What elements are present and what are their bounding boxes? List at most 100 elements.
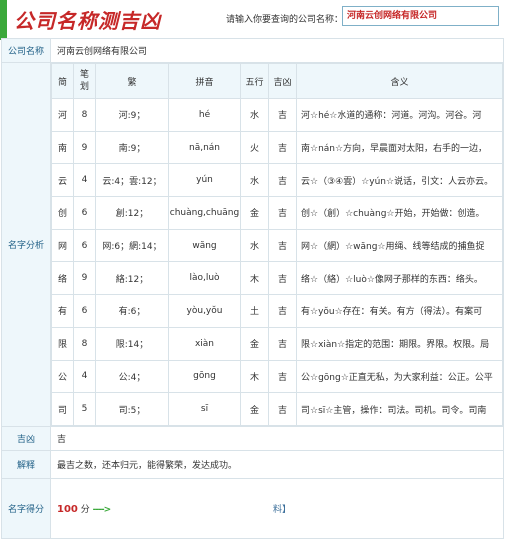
char-simplified: 河 [51,98,74,132]
header: 公司名称测吉凶 请输入你要查询的公司名称： 河南云创网络有限公司 [0,0,505,36]
char-jixiong: 吉 [268,163,297,198]
col-header: 笔划 [73,63,96,99]
char-traditional: 司:5； [95,392,169,426]
luck-row: 吉凶 吉 [1,425,504,451]
char-jixiong: 吉 [268,196,297,230]
score-suffix[interactable]: 料】 [273,505,291,515]
char-row: 创 6 創:12； chuàng,chuāng 金吉创☆（創）☆chuàng☆开始，开始… [51,196,503,230]
char-wuxing: 水 [240,228,269,263]
char-meaning: 云☆（③④雲）☆yún☆说话，引文：人云亦云。 [296,163,503,198]
char-strokes: 4 [73,359,96,394]
char-traditional: 南:9； [95,130,169,165]
char-row: 网 6 网:6；網:14； wăng 水吉网☆（網）☆wăng☆用绳、线等结成的捕鱼捉 [51,228,503,263]
company-label: 公司名称 [1,38,51,63]
analysis-row: 名字分析 简 笔划 繁 拼音 五行 吉凶 含义 河8河:9；hé水吉河☆ [1,62,504,427]
char-jixiong: 吉 [268,261,297,296]
analysis-cell: 简 笔划 繁 拼音 五行 吉凶 含义 河 8 河:9； hé 水吉河☆hé☆水道的通称：… [50,62,504,427]
col-header-strokes: 笔划 [79,70,89,92]
char-wuxing: 水 [240,163,269,198]
char-row: 络 9 絡:12； lào,luò 木吉络☆（絡）☆luò☆像网子那样的东西：络头。 [51,261,503,296]
luck-label: 吉凶 [1,425,51,451]
result-table: 公司名称 河南云创网络有限公司 名字分析 简 笔划 繁 拼音 五行 吉凶 含义 [1,38,504,539]
char-pinyin: chuàng,chuāng [168,196,241,230]
page-title: 公司名称测吉凶 [14,9,161,33]
char-meaning: 河☆hé☆水道的通称：河道。河沟。河谷。河 [296,98,503,132]
search-prompt: 请输入你要查询的公司名称： [226,15,344,25]
explain-row: 解释 最吉之数，还本归元，能得繁荣，发达成功。 [1,449,504,479]
col-header: 五行 [240,63,269,99]
col-header: 含义 [296,63,503,99]
char-strokes: 6 [73,294,96,328]
col-header: 吉凶 [268,63,297,99]
char-jixiong: 吉 [268,294,297,328]
col-header: 简 [51,63,74,99]
char-row: 南 9 南:9； nā,nán 火吉南☆nán☆方向，早晨面对太阳，右手的一边， [51,130,503,165]
char-simplified: 南 [51,130,74,165]
score-row: 名字得分 100 分 ----> 料】 [1,477,504,539]
col-header: 繁 [95,63,169,99]
char-meaning: 公☆gōng☆正直无私，为大家利益：公正。公平 [296,359,503,394]
char-traditional: 网:6；網:14； [95,228,169,263]
char-simplified: 网 [51,228,74,263]
char-pinyin: sī [168,392,241,426]
char-row: 河 8 河:9； hé 水吉河☆hé☆水道的通称：河道。河沟。河谷。河 [51,98,503,132]
char-pinyin: nā,nán [168,130,241,165]
char-row: 有 6 有:6； yòu,yŏu 土吉有☆yŏu☆存在：有关。有方（得法）。有案可 [51,294,503,328]
char-wuxing: 金 [240,196,269,230]
char-jixiong: 吉 [268,98,297,132]
char-jixiong: 吉 [268,228,297,263]
char-wuxing: 金 [240,326,269,361]
char-table: 简 笔划 繁 拼音 五行 吉凶 含义 河 8 河:9； hé 水吉河☆hé☆水道的通称：… [51,63,503,426]
char-simplified: 有 [51,294,74,328]
char-jixiong: 吉 [268,359,297,394]
company-row: 公司名称 河南云创网络有限公司 [1,38,504,63]
char-meaning: 南☆nán☆方向，早晨面对太阳，右手的一边， [296,130,503,165]
char-meaning: 限☆xiàn☆指定的范围：期限。界限。权限。局 [296,326,503,361]
char-strokes: 5 [73,392,96,426]
char-pinyin: wăng [168,228,241,263]
char-simplified: 创 [51,196,74,230]
char-pinyin: yòu,yŏu [168,294,241,328]
score-arrow: ----> [92,504,112,515]
score-label: 名字得分 [1,477,51,539]
char-traditional: 云:4；雲:12； [95,163,169,198]
char-strokes: 8 [73,326,96,361]
char-strokes: 6 [73,228,96,263]
char-wuxing: 火 [240,130,269,165]
char-simplified: 络 [51,261,74,296]
char-simplified: 云 [51,163,74,198]
score-cell: 100 分 ----> 料】 [50,477,504,539]
char-strokes: 4 [73,163,96,198]
char-strokes: 6 [73,196,96,230]
char-pinyin: gōng [168,359,241,394]
company-value: 河南云创网络有限公司 [50,38,504,63]
char-row: 云 4 云:4；雲:12； yún 水吉云☆（③④雲）☆yún☆说话，引文：人云亦云。 [51,163,503,198]
score-unit: 分 [80,504,90,515]
company-search-input[interactable]: 河南云创网络有限公司 [342,6,499,26]
analysis-label: 名字分析 [1,62,51,427]
char-traditional: 有:6； [95,294,169,328]
char-wuxing: 土 [240,294,269,328]
char-strokes: 9 [73,261,96,296]
char-strokes: 9 [73,130,96,165]
char-pinyin: yún [168,163,241,198]
char-traditional: 創:12； [95,196,169,230]
explain-label: 解释 [1,449,51,479]
char-row: 司 5 司:5； sī 金吉司☆sī☆主管，操作：司法。司机。司令。司南 [51,392,503,426]
char-meaning: 有☆yŏu☆存在：有关。有方（得法）。有案可 [296,294,503,328]
char-pinyin: lào,luò [168,261,241,296]
char-traditional: 絡:12； [95,261,169,296]
char-wuxing: 木 [240,359,269,394]
col-header: 拼音 [168,63,241,99]
char-traditional: 限:14； [95,326,169,361]
char-pinyin: hé [168,98,241,132]
char-wuxing: 金 [240,392,269,426]
char-simplified: 公 [51,359,74,394]
char-row: 限 8 限:14； xiàn 金吉限☆xiàn☆指定的范围：期限。界限。权限。局 [51,326,503,361]
char-jixiong: 吉 [268,130,297,165]
char-row: 公 4 公:4； gōng 木吉公☆gōng☆正直无私，为大家利益：公正。公平 [51,359,503,394]
char-traditional: 河:9； [95,98,169,132]
char-traditional: 公:4； [95,359,169,394]
char-strokes: 8 [73,98,96,132]
char-meaning: 络☆（絡）☆luò☆像网子那样的东西：络头。 [296,261,503,296]
